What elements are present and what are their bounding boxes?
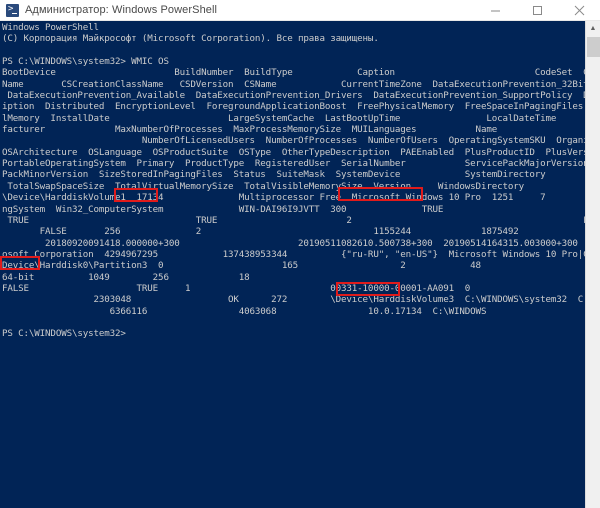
maximize-icon xyxy=(532,6,542,15)
console-line: OSArchitecture OSLanguage OSProductSuite… xyxy=(2,146,600,158)
console-line: PortableOperatingSystem Primary ProductT… xyxy=(2,158,600,170)
console-line: Windows PowerShell xyxy=(2,22,99,33)
console-line: lMemory InstallDate LargeSystemCache Las… xyxy=(2,112,557,124)
console-line: BootDevice BuildNumber BuildType Caption… xyxy=(2,67,600,79)
maximize-button[interactable] xyxy=(516,0,558,21)
console-line: PS C:\WINDOWS\system32> xyxy=(2,328,126,340)
console-line: Name CSCreationClassName CSDVersion CSNa… xyxy=(2,78,600,90)
console-line: FALSE TRUE 1 00331-10000-00001-AA091 0 0 xyxy=(2,282,600,294)
scrollbar-thumb[interactable] xyxy=(587,37,600,57)
powershell-window: Администратор: Windows PowerShell Windo xyxy=(0,0,600,508)
title-bar[interactable]: Администратор: Windows PowerShell xyxy=(0,0,600,21)
console-line: facturer MaxNumberOfProcesses MaxProcess… xyxy=(2,124,498,136)
console-line: osoft Corporation 4294967295 13743895334… xyxy=(2,248,600,260)
scroll-up-arrow[interactable]: ▲ xyxy=(586,21,600,36)
window-controls xyxy=(474,0,600,21)
window-title: Администратор: Windows PowerShell xyxy=(25,4,218,16)
console-line: TRUE TRUE 2 FALSE xyxy=(2,214,600,226)
close-icon xyxy=(574,5,584,16)
console-line: (C) Корпорация Майкрософт (Microsoft Cor… xyxy=(2,33,379,45)
minimize-button[interactable] xyxy=(474,0,516,21)
console-line: 2303048 OK 272 \Device\HarddiskVolume3 C… xyxy=(2,294,589,306)
console-line: iption Distributed EncryptionLevel Foreg… xyxy=(2,101,600,113)
console-line: ngSystem Win32_ComputerSystem WIN-DAI96I… xyxy=(2,203,444,215)
console-line: PS C:\WINDOWS\system32> WMIC OS xyxy=(2,56,169,68)
console-line: Device\Harddisk0\Partition3 0 165 2 48 xyxy=(2,260,481,272)
powershell-icon xyxy=(6,3,19,17)
close-button[interactable] xyxy=(558,0,600,21)
console-line: NumberOfLicensedUsers NumberOfProcesses … xyxy=(2,135,600,147)
minimize-icon xyxy=(490,10,500,12)
console-line: 6366116 4063068 10.0.17134 C:\WINDOWS xyxy=(2,305,487,317)
console-line: TotalSwapSpaceSize TotalVirtualMemorySiz… xyxy=(2,180,524,192)
console-line: FALSE 256 2 1155244 1875492 1359564 xyxy=(2,226,600,238)
console-text: Windows PowerShell (C) Корпорация Майкрос… xyxy=(0,21,600,340)
console-line: \Device\HarddiskVolume1 17134 Multiproce… xyxy=(2,192,546,204)
console-line: PackMinorVersion SizeStoredInPagingFiles… xyxy=(2,169,600,181)
console-line: 20180920091418.000000+300 20190511082610… xyxy=(2,237,600,249)
console-line: 64-bit 1049 256 18 xyxy=(2,271,250,283)
console-line: DataExecutionPrevention_Available DataEx… xyxy=(2,90,600,102)
console-scrollbar[interactable]: ▲ xyxy=(585,21,600,508)
console-output-area[interactable]: Windows PowerShell (C) Корпорация Майкрос… xyxy=(0,21,600,508)
